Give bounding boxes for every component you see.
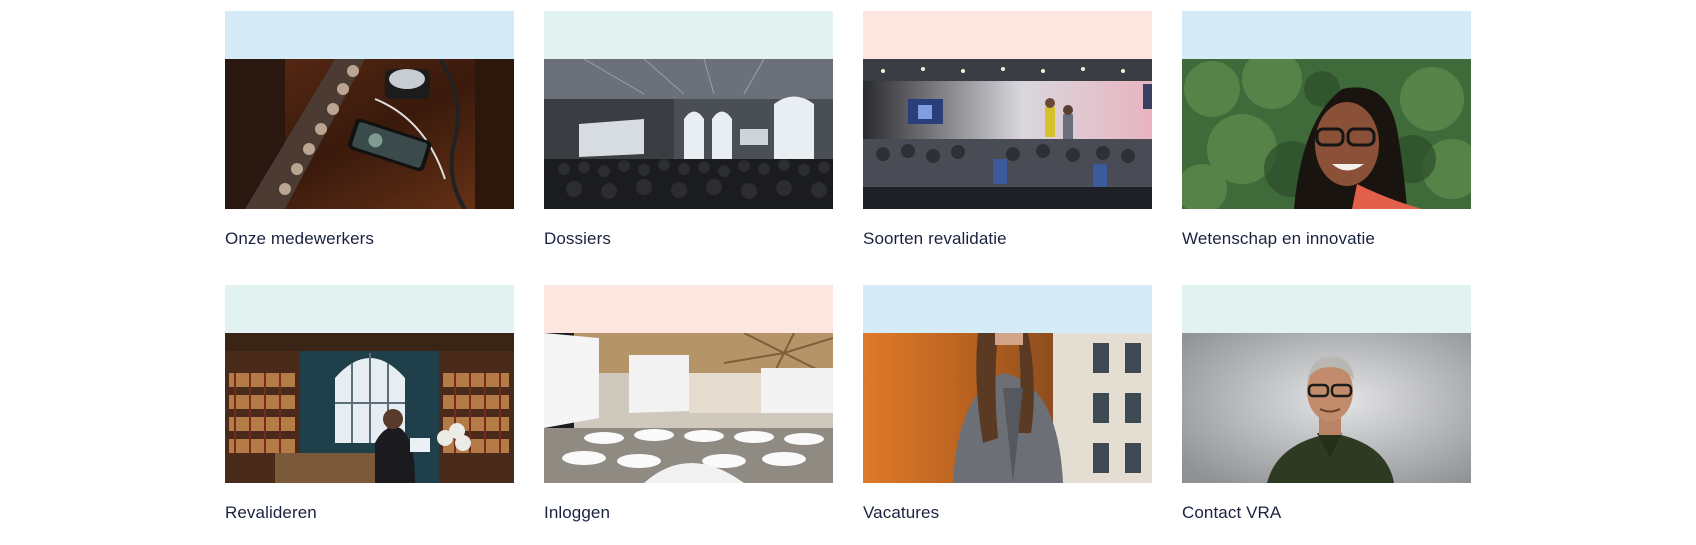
card-title: Wetenschap en innovatie	[1182, 229, 1375, 248]
card-color-band	[225, 285, 514, 333]
man-portrait-photo	[1182, 333, 1471, 483]
event-room-photo	[863, 59, 1152, 209]
audio-mixer-photo	[225, 59, 514, 209]
card-title: Onze medewerkers	[225, 229, 374, 248]
auditorium-photo	[544, 333, 833, 483]
tile-grid: Onze medewerkers Dossiers Soorten revali…	[225, 11, 1471, 545]
card-color-band	[863, 285, 1152, 333]
card-title: Revalideren	[225, 503, 317, 522]
card-title: Contact VRA	[1182, 503, 1282, 522]
card-title: Vacatures	[863, 503, 940, 522]
card-color-band	[544, 285, 833, 333]
card-revalideren[interactable]: Revalideren	[225, 285, 514, 545]
card-title: Soorten revalidatie	[863, 229, 1007, 248]
card-title: Inloggen	[544, 503, 611, 522]
card-inloggen[interactable]: Inloggen	[544, 285, 833, 545]
card-soorten-revalidatie[interactable]: Soorten revalidatie	[863, 11, 1152, 271]
conference-hall-photo	[544, 59, 833, 209]
card-title: Dossiers	[544, 229, 611, 248]
card-wetenschap-en-innovatie[interactable]: Wetenschap en innovatie	[1182, 11, 1471, 271]
card-color-band	[225, 11, 514, 59]
card-dossiers[interactable]: Dossiers	[544, 11, 833, 271]
card-color-band	[544, 11, 833, 59]
woman-blazer-photo	[863, 333, 1152, 483]
card-color-band	[1182, 285, 1471, 333]
card-onze-medewerkers[interactable]: Onze medewerkers	[225, 11, 514, 271]
card-color-band	[863, 11, 1152, 59]
card-vacatures[interactable]: Vacatures	[863, 285, 1152, 545]
card-color-band	[1182, 11, 1471, 59]
card-contact-vra[interactable]: Contact VRA	[1182, 285, 1471, 545]
smiling-woman-photo	[1182, 59, 1471, 209]
bookstore-photo	[225, 333, 514, 483]
